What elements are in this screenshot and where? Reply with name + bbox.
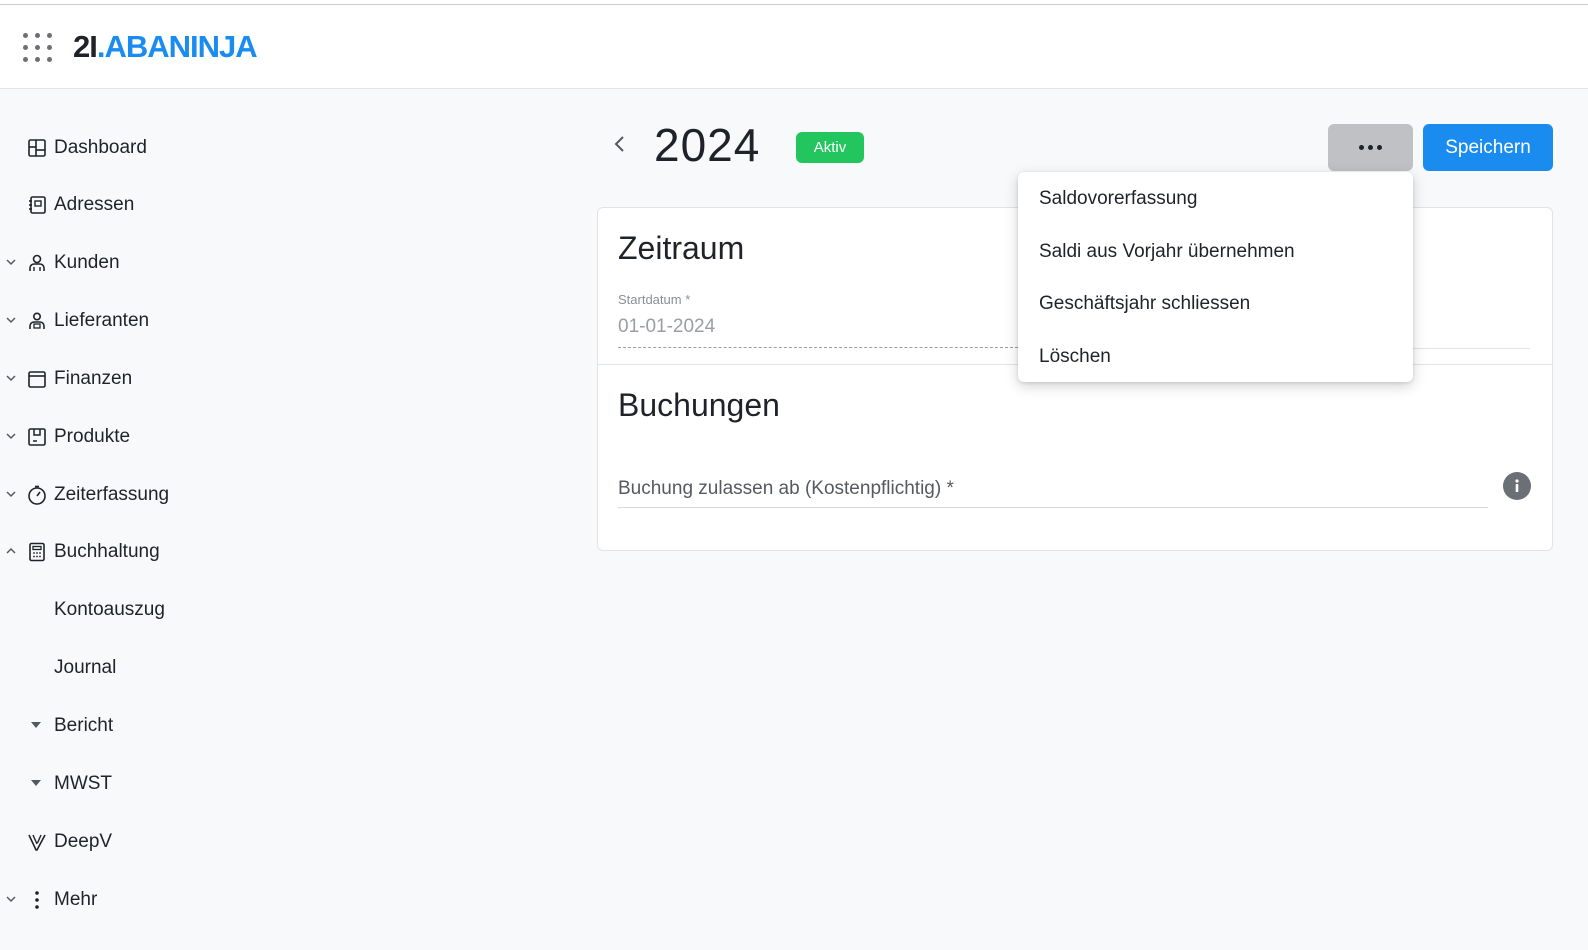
more-actions-menu: Saldovorerfassung Saldi aus Vorjahr über… [1018,172,1413,382]
dot-icon [1368,145,1373,150]
sidebar-item-label: Kunden [54,252,120,273]
logo-dot: . [96,29,106,64]
deepv-logo-icon [28,834,46,851]
sidebar-item-label: DeepV [54,831,113,852]
info-icon[interactable] [1503,472,1531,500]
start-date-underline [618,347,1018,348]
sidebar-item-label: MWST [54,773,113,794]
menu-item-saldi-uebernehmen[interactable]: Saldi aus Vorjahr übernehmen [1018,227,1413,277]
sidebar-item-label: Zeiterfassung [54,484,170,505]
logo-brand: ABANINJA [104,29,257,64]
booking-allowed-from-input[interactable] [618,470,1488,508]
back-chevron-icon[interactable] [607,131,633,157]
end-date-underline [1413,348,1530,349]
sidebar-item-label: Mehr [54,889,98,910]
more-actions-button[interactable] [1328,124,1413,171]
sidebar-item-label: Lieferanten [54,310,150,331]
page-title: 2024 [654,119,761,171]
section-title-zeitraum: Zeitraum [618,230,745,266]
sidebar-item-label: Adressen [54,194,135,215]
address-book-icon [29,196,46,214]
chevron-down-icon[interactable] [4,255,18,269]
chevron-up-icon[interactable] [4,544,18,558]
caret-down-icon[interactable] [31,780,41,786]
section-title-buchungen: Buchungen [618,387,780,423]
sidebar-item-label: Bericht [54,715,114,736]
chevron-down-icon[interactable] [4,429,18,443]
start-date-value: 01-01-2024 [618,316,716,337]
sidebar-item-label: Dashboard [54,137,147,158]
caret-down-icon[interactable] [31,722,41,728]
dot-icon [1377,145,1382,150]
status-badge: Aktiv [796,132,864,163]
chevron-down-icon[interactable] [4,487,18,501]
chevron-down-icon[interactable] [4,313,18,327]
chevron-down-icon[interactable] [4,892,18,906]
abaninja-logo[interactable]: 2I . ABANINJA [73,29,258,69]
sidebar-item-label: Finanzen [54,368,133,389]
dot-icon [1359,145,1364,150]
sidebar-item-label: Buchhaltung [54,541,160,562]
start-date-label: Startdatum * [618,292,691,307]
menu-item-saldovorerfassung[interactable]: Saldovorerfassung [1018,174,1413,224]
app-header: 2I . ABANINJA [0,5,1588,89]
wallet-icon [28,371,46,388]
save-button[interactable]: Speichern [1423,124,1553,171]
suppliers-icon [29,312,45,329]
customers-icon [29,254,45,271]
calculator-icon [29,542,45,562]
dashboard-icon [28,139,46,157]
menu-item-loeschen[interactable]: Löschen [1018,332,1413,382]
chevron-down-icon[interactable] [4,371,18,385]
more-vertical-icon [35,891,39,909]
logo-number: 2I [73,29,98,64]
menu-item-geschaeftsjahr-schliessen[interactable]: Geschäftsjahr schliessen [1018,279,1413,329]
sidebar-item-label: Produkte [54,426,131,447]
app-launcher-icon[interactable] [23,33,53,63]
stopwatch-icon [28,485,46,505]
sidebar-item-label: Journal [54,657,117,678]
product-box-icon [28,428,46,446]
sidebar-item-label: Kontoauszug [54,599,165,620]
